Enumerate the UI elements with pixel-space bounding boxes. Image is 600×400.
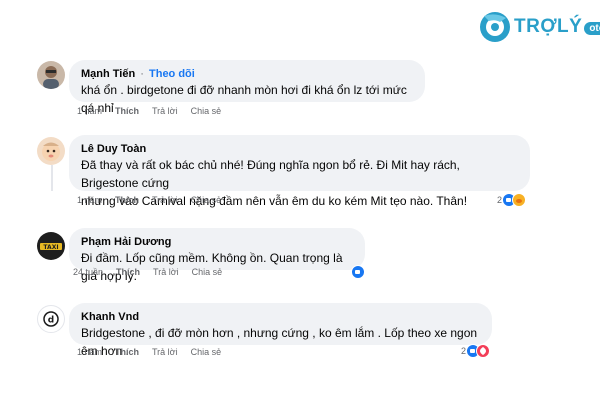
comment-bubble: Phạm Hải Dương Đi đầm. Lốp cũng mềm. Khô… [69, 228, 365, 283]
like-reaction-icon [351, 265, 365, 279]
like-button[interactable]: Thích [115, 195, 139, 205]
logo-badge: oto [584, 21, 600, 35]
comment-actions: 24 tuần Thích Trả lời Chia sẻ [73, 267, 222, 277]
like-button[interactable]: Thích [115, 347, 139, 357]
comment-time[interactable]: 1 năm [77, 106, 102, 116]
avatar[interactable] [37, 61, 65, 89]
separator-dot: · [140, 68, 144, 80]
share-button[interactable]: Chia sẻ [191, 106, 222, 116]
comment-author[interactable]: Mạnh Tiến [81, 68, 135, 80]
care-reaction-icon [512, 193, 527, 207]
comment-bubble: Lê Duy Toàn Đã thay và rất ok bác chủ nh… [69, 135, 530, 208]
reaction-summary[interactable]: 2 [461, 344, 491, 358]
reply-button[interactable]: Trả lời [152, 106, 178, 116]
comment-time[interactable]: 1 năm [77, 195, 102, 205]
comment-actions: 1 năm Thích Trả lời Chia sẻ [77, 195, 221, 205]
comment-actions: 1 năm Thích Trả lời Chia sẻ [77, 347, 221, 357]
reply-button[interactable]: Trả lời [152, 195, 178, 205]
share-button[interactable]: Chia sẻ [191, 347, 222, 357]
logo-text: TRỢLÝ [514, 16, 583, 37]
comment-bubble: Khanh Vnd Bridgestone , đi đỡ mòn hơn , … [69, 303, 492, 358]
comment-time[interactable]: 24 tuần [73, 267, 103, 277]
reaction-summary[interactable] [351, 265, 365, 279]
comment-author[interactable]: Lê Duy Toàn [81, 143, 146, 155]
like-button[interactable]: Thích [116, 267, 140, 277]
share-button[interactable]: Chia sẻ [191, 195, 222, 205]
avatar[interactable]: TAXI [37, 232, 65, 260]
trolyoto-logo: TRỢLÝ oto [478, 10, 600, 44]
follow-link[interactable]: Theo dõi [149, 68, 195, 80]
like-button[interactable]: Thích [115, 106, 139, 116]
comment-text-line-1: Đã thay và rất ok bác chủ nhé! Đúng nghĩ… [81, 158, 460, 190]
reply-button[interactable]: Trả lời [152, 347, 178, 357]
comment-bubble: Mạnh Tiến · Theo dõi khá ổn . birdgetone… [69, 60, 425, 115]
svg-text:TAXI: TAXI [43, 244, 58, 251]
comment-author[interactable]: Phạm Hải Dương [81, 236, 171, 248]
avatar[interactable] [37, 137, 65, 165]
comment-time[interactable]: 1 năm [77, 347, 102, 357]
reaction-summary[interactable]: 2 [497, 193, 527, 207]
logo-swirl-icon [478, 10, 512, 44]
svg-text:d: d [48, 316, 54, 326]
avatar[interactable]: d [37, 305, 65, 333]
comment-author[interactable]: Khanh Vnd [81, 311, 139, 323]
reply-button[interactable]: Trả lời [153, 267, 179, 277]
love-reaction-icon [476, 344, 491, 358]
share-button[interactable]: Chia sẻ [192, 267, 223, 277]
thread-line [51, 165, 53, 191]
comment-actions: 1 năm Thích Trả lời Chia sẻ [77, 106, 221, 116]
